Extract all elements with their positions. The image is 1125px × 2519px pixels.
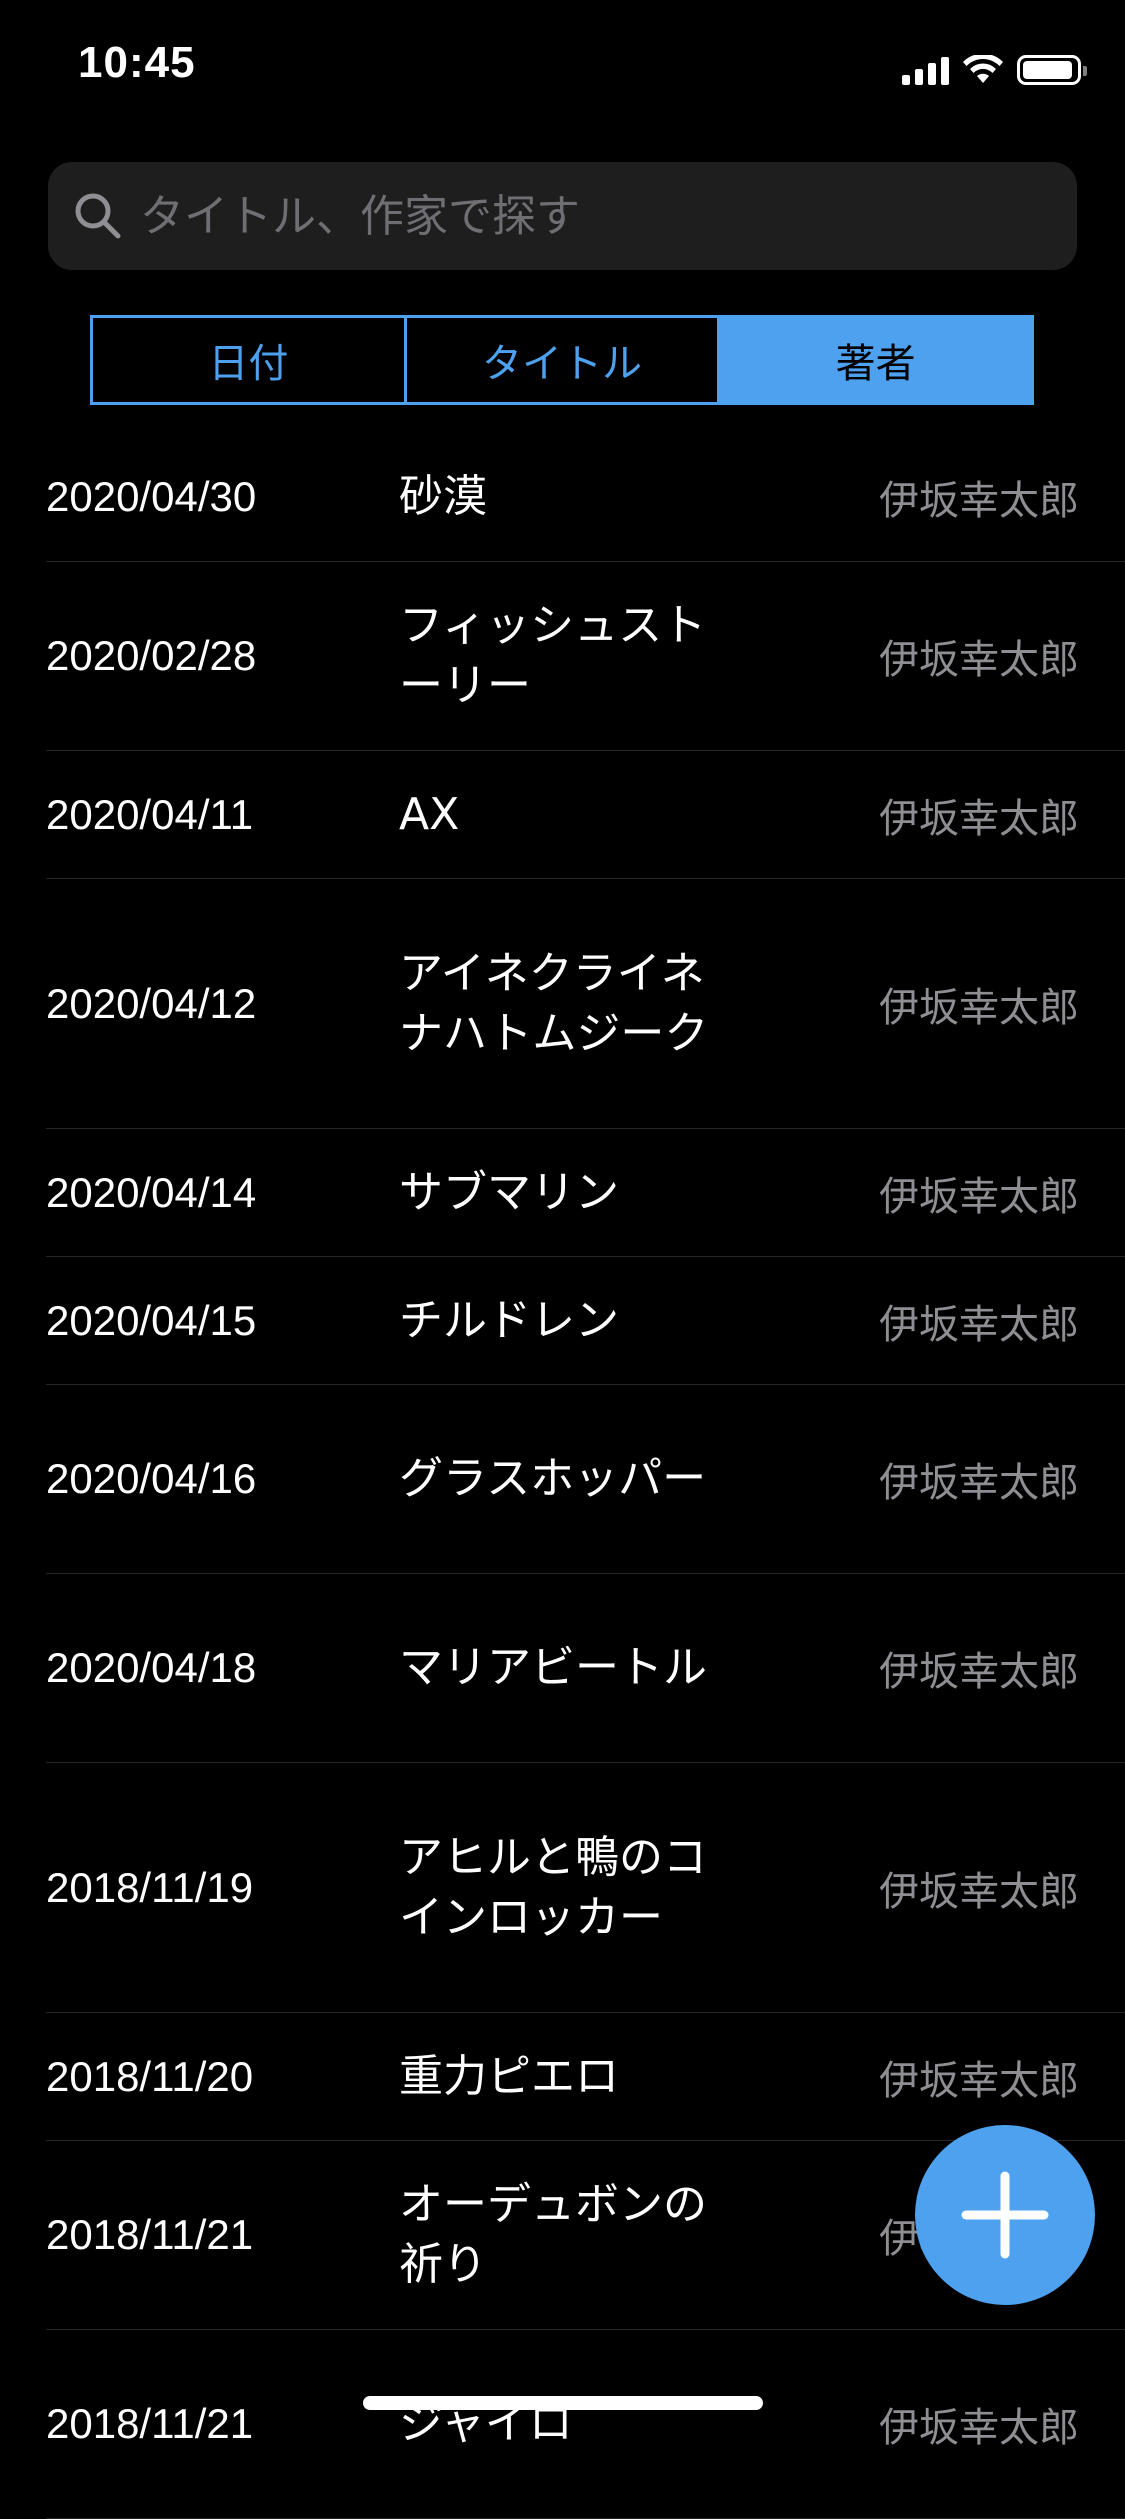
book-date: 2018/11/20 <box>46 2052 254 2100</box>
book-date: 2020/04/16 <box>46 1455 257 1502</box>
cellular-signal-icon <box>902 55 949 85</box>
book-author: 伊坂幸太郎 <box>879 2405 1079 2451</box>
book-title: マリアビートル <box>399 1642 707 1693</box>
book-title: チルドレン <box>399 1294 619 1346</box>
home-indicator <box>363 2396 763 2410</box>
book-date: 2020/04/15 <box>46 1296 257 1344</box>
book-title: フィッシュストーリー <box>399 600 707 711</box>
book-author: 伊坂幸太郎 <box>879 984 1079 1031</box>
wifi-icon <box>963 55 1003 83</box>
status-time: 10:45 <box>78 38 196 87</box>
table-row[interactable]: 2020/04/12 アイネクライネナハトムジーク 伊坂幸太郎 <box>46 879 1125 1129</box>
book-title: アヒルと鴨のコインロッカー <box>399 1831 707 1943</box>
search-icon <box>68 186 128 246</box>
battery-icon <box>1017 55 1087 85</box>
table-row[interactable]: 2020/04/15 チルドレン 伊坂幸太郎 <box>46 1257 1125 1385</box>
table-row[interactable]: 2018/11/20 重力ピエロ 伊坂幸太郎 <box>46 2013 1125 2141</box>
book-title: グラスホッパー <box>399 1453 707 1504</box>
book-author: 伊坂幸太郎 <box>879 1460 1079 1506</box>
search-input[interactable] <box>138 189 1042 243</box>
book-title: 重力ピエロ <box>399 2050 619 2102</box>
table-row[interactable]: 2020/04/16 グラスホッパー 伊坂幸太郎 <box>46 1385 1125 1574</box>
status-bar: 10:45 <box>0 0 1125 134</box>
plus-icon <box>961 2171 1049 2259</box>
book-author: 伊坂幸太郎 <box>879 1868 1079 1915</box>
book-author: 伊坂幸太郎 <box>879 1649 1079 1695</box>
book-author: 伊坂幸太郎 <box>879 637 1079 683</box>
book-date: 2020/04/30 <box>46 472 257 520</box>
segment-author[interactable]: 著者 <box>720 318 1032 402</box>
book-date: 2020/04/12 <box>46 979 257 1027</box>
book-date: 2020/04/14 <box>46 1168 257 1216</box>
status-icons <box>902 50 1087 90</box>
search-bar[interactable] <box>48 162 1077 270</box>
book-title: オーデュボンの祈り <box>399 2179 707 2290</box>
book-date: 2020/02/28 <box>46 632 257 679</box>
book-author: 伊坂幸太郎 <box>879 1173 1079 1220</box>
table-row[interactable]: 2018/11/21 ジャイロ 伊坂幸太郎 <box>46 2330 1125 2519</box>
table-row[interactable]: 2018/11/19 アヒルと鴨のコインロッカー 伊坂幸太郎 <box>46 1763 1125 2013</box>
book-title: サブマリン <box>399 1166 619 1218</box>
book-date: 2020/04/18 <box>46 1644 257 1691</box>
add-book-button[interactable] <box>915 2125 1095 2305</box>
book-author: 伊坂幸太郎 <box>879 2057 1079 2104</box>
segment-date[interactable]: 日付 <box>93 318 407 402</box>
book-date: 2018/11/21 <box>46 2211 254 2258</box>
table-row[interactable]: 2020/04/30 砂漠 伊坂幸太郎 <box>46 432 1125 562</box>
book-author: 伊坂幸太郎 <box>879 477 1079 524</box>
book-author: 伊坂幸太郎 <box>879 1301 1079 1348</box>
book-date: 2020/04/11 <box>46 790 254 838</box>
book-date: 2018/11/21 <box>46 2400 254 2447</box>
book-author: 伊坂幸太郎 <box>879 795 1079 842</box>
book-title: AX <box>399 788 460 840</box>
table-row[interactable]: 2020/04/18 マリアビートル 伊坂幸太郎 <box>46 1574 1125 1763</box>
book-title: アイネクライネナハトムジーク <box>399 947 709 1059</box>
table-row[interactable]: 2020/04/14 サブマリン 伊坂幸太郎 <box>46 1129 1125 1257</box>
book-date: 2018/11/19 <box>46 1863 254 1911</box>
sort-segmented-control: 日付 タイトル 著者 <box>90 315 1034 405</box>
table-row[interactable]: 2020/02/28 フィッシュストーリー 伊坂幸太郎 <box>46 562 1125 751</box>
table-row[interactable]: 2020/04/11 AX 伊坂幸太郎 <box>46 751 1125 879</box>
segment-title[interactable]: タイトル <box>407 318 721 402</box>
book-title: 砂漠 <box>399 470 487 522</box>
